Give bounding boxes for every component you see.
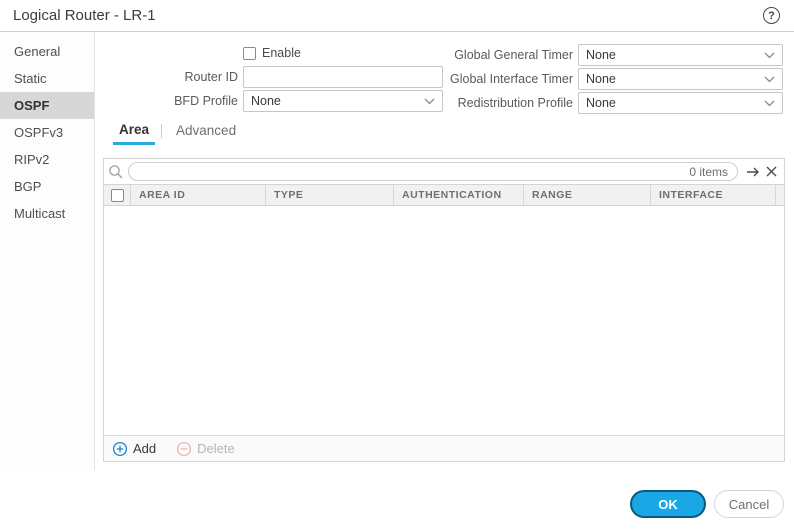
enable-checkbox[interactable] [243,47,256,60]
redistribution-profile-value: None [586,96,616,110]
redistribution-profile-row: Redistribution Profile None [373,92,783,114]
dialog-titlebar: Logical Router - LR-1 ? [0,0,794,32]
tab-separator [161,124,162,138]
sidebar-nav: General Static OSPF OSPFv3 RIPv2 BGP Mul… [0,32,95,470]
chevron-down-icon [764,52,775,59]
sidebar-item-multicast[interactable]: Multicast [0,200,94,227]
table-footer: Add Delete [104,435,784,461]
global-general-timer-row: Global General Timer None [373,44,783,66]
apply-filter-arrow-icon[interactable] [744,163,762,181]
logical-router-dialog: Logical Router - LR-1 ? General Static O… [0,0,794,530]
col-header-authentication[interactable]: AUTHENTICATION [394,185,524,205]
sidebar-item-ospf[interactable]: OSPF [0,92,94,119]
items-count-badge: 0 items [689,165,737,179]
minus-circle-icon [176,441,192,457]
search-input[interactable]: 0 items [128,162,738,181]
bfd-profile-label: BFD Profile [95,94,238,108]
delete-button[interactable]: Delete [176,441,235,457]
tab-advanced[interactable]: Advanced [164,121,246,143]
col-header-area-id[interactable]: AREA ID [131,185,266,205]
enable-row: Enable [243,46,301,60]
router-id-label: Router ID [95,70,238,84]
bfd-profile-value: None [251,94,281,108]
table-header-row: AREA ID TYPE AUTHENTICATION RANGE INTERF… [104,184,784,206]
dialog-title: Logical Router - LR-1 [13,7,156,24]
select-all-cell [104,185,131,205]
tab-area[interactable]: Area [113,120,155,145]
delete-button-label: Delete [197,441,235,456]
chevron-down-icon [764,100,775,107]
chevron-down-icon [764,76,775,83]
add-button-label: Add [133,441,156,456]
sidebar-item-static[interactable]: Static [0,65,94,92]
enable-label: Enable [262,46,301,60]
sidebar-item-ospfv3[interactable]: OSPFv3 [0,119,94,146]
ospf-tabs: Area Advanced [113,120,246,144]
clear-filter-close-icon[interactable] [762,163,780,181]
global-general-timer-value: None [586,48,616,62]
global-general-timer-label: Global General Timer [373,48,573,62]
col-header-type[interactable]: TYPE [266,185,394,205]
global-general-timer-select[interactable]: None [578,44,783,66]
add-button[interactable]: Add [112,441,156,457]
col-header-interface[interactable]: INTERFACE [651,185,776,205]
redistribution-profile-select[interactable]: None [578,92,783,114]
global-interface-timer-select[interactable]: None [578,68,783,90]
sidebar-item-general[interactable]: General [0,38,94,65]
global-interface-timer-row: Global Interface Timer None [373,68,783,90]
table-body-empty [104,206,784,435]
search-icon [107,163,125,181]
ospf-panel: Enable Router ID BFD Profile None Global… [95,32,794,470]
sidebar-item-bgp[interactable]: BGP [0,173,94,200]
table-filter-row: 0 items [104,159,784,184]
global-interface-timer-value: None [586,72,616,86]
redistribution-profile-label: Redistribution Profile [373,96,573,110]
col-header-range[interactable]: RANGE [524,185,651,205]
select-all-checkbox[interactable] [111,189,124,202]
help-icon[interactable]: ? [763,7,780,24]
area-table: 0 items AREA ID TYPE AUTHE [103,158,785,462]
plus-circle-icon [112,441,128,457]
ok-button[interactable]: OK [630,490,706,518]
global-interface-timer-label: Global Interface Timer [373,72,573,86]
cancel-button[interactable]: Cancel [714,490,784,518]
sidebar-item-ripv2[interactable]: RIPv2 [0,146,94,173]
scrollbar-gutter [776,185,784,205]
